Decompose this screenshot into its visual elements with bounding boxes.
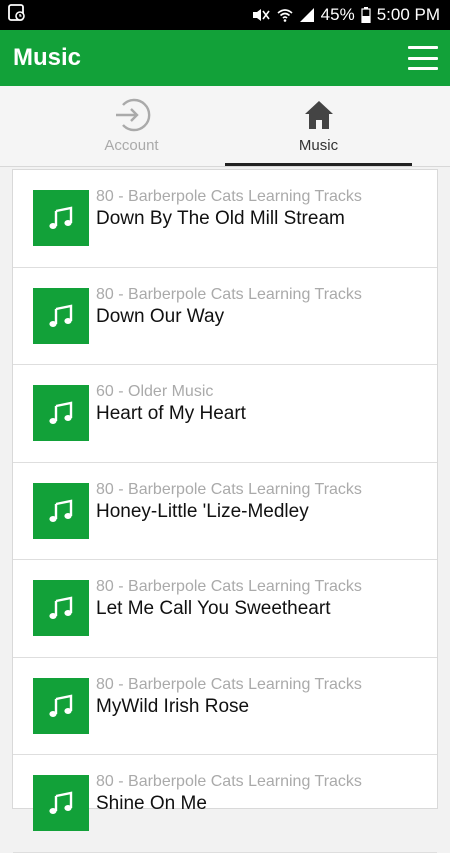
track-title: MyWild Irish Rose (96, 695, 250, 717)
track-category: 80 - Barberpole Cats Learning Tracks (96, 480, 362, 498)
music-note-icon (33, 190, 89, 247)
track-title: Let Me Call You Sweetheart (96, 598, 331, 620)
music-note-icon (33, 482, 89, 539)
music-note-icon (33, 580, 89, 637)
login-icon (113, 96, 151, 134)
tab-music-label: Music (298, 137, 339, 154)
page-title: Music (13, 44, 82, 71)
track-title: Honey-Little 'Lize-Medley (96, 500, 309, 522)
battery-percent: 45% (320, 5, 355, 24)
music-note-icon (33, 385, 89, 442)
wifi-icon (277, 7, 293, 23)
status-bar: 45% 5:00 PM (0, 0, 450, 30)
list-item[interactable]: 80 - Barberpole Cats Learning Tracks Dow… (13, 268, 437, 365)
list-item[interactable]: 80 - Barberpole Cats Learning Tracks Let… (13, 560, 437, 658)
music-note-icon (33, 775, 89, 832)
signal-icon (299, 7, 315, 23)
track-category: 80 - Barberpole Cats Learning Tracks (96, 188, 362, 206)
track-title: Down By The Old Mill Stream (96, 208, 345, 230)
tab-account[interactable]: Account (38, 86, 225, 166)
app-bar: Music (0, 30, 450, 86)
list-item[interactable]: 80 - Barberpole Cats Learning Tracks Dow… (13, 170, 437, 268)
list-item[interactable]: 80 - Barberpole Cats Learning Tracks MyW… (13, 658, 437, 755)
track-category: 80 - Barberpole Cats Learning Tracks (96, 285, 362, 303)
track-category: 80 - Barberpole Cats Learning Tracks (96, 773, 362, 791)
tab-music[interactable]: Music (225, 86, 412, 166)
mute-icon (251, 7, 271, 23)
notification-icon (8, 3, 26, 27)
track-title: Down Our Way (96, 305, 225, 327)
home-icon (303, 96, 335, 134)
track-list: 80 - Barberpole Cats Learning Tracks Dow… (12, 169, 438, 853)
tab-account-label: Account (104, 137, 159, 154)
music-note-icon (33, 677, 89, 734)
track-category: 80 - Barberpole Cats Learning Tracks (96, 675, 362, 693)
list-item[interactable]: 60 - Older Music Heart of My Heart (13, 365, 437, 463)
battery-icon (361, 7, 371, 23)
selected-tab-indicator (225, 163, 412, 166)
clock: 5:00 PM (376, 5, 440, 24)
music-note-icon (33, 287, 89, 344)
hamburger-menu-icon[interactable] (408, 46, 438, 70)
track-title: Shine On Me (96, 793, 207, 815)
list-item[interactable]: 80 - Barberpole Cats Learning Tracks Shi… (13, 755, 437, 853)
list-item[interactable]: 80 - Barberpole Cats Learning Tracks Hon… (13, 463, 437, 560)
tab-bar: Account Music (0, 86, 450, 167)
track-category: 80 - Barberpole Cats Learning Tracks (96, 578, 362, 596)
track-title: Heart of My Heart (96, 403, 246, 425)
track-category: 60 - Older Music (96, 383, 214, 401)
